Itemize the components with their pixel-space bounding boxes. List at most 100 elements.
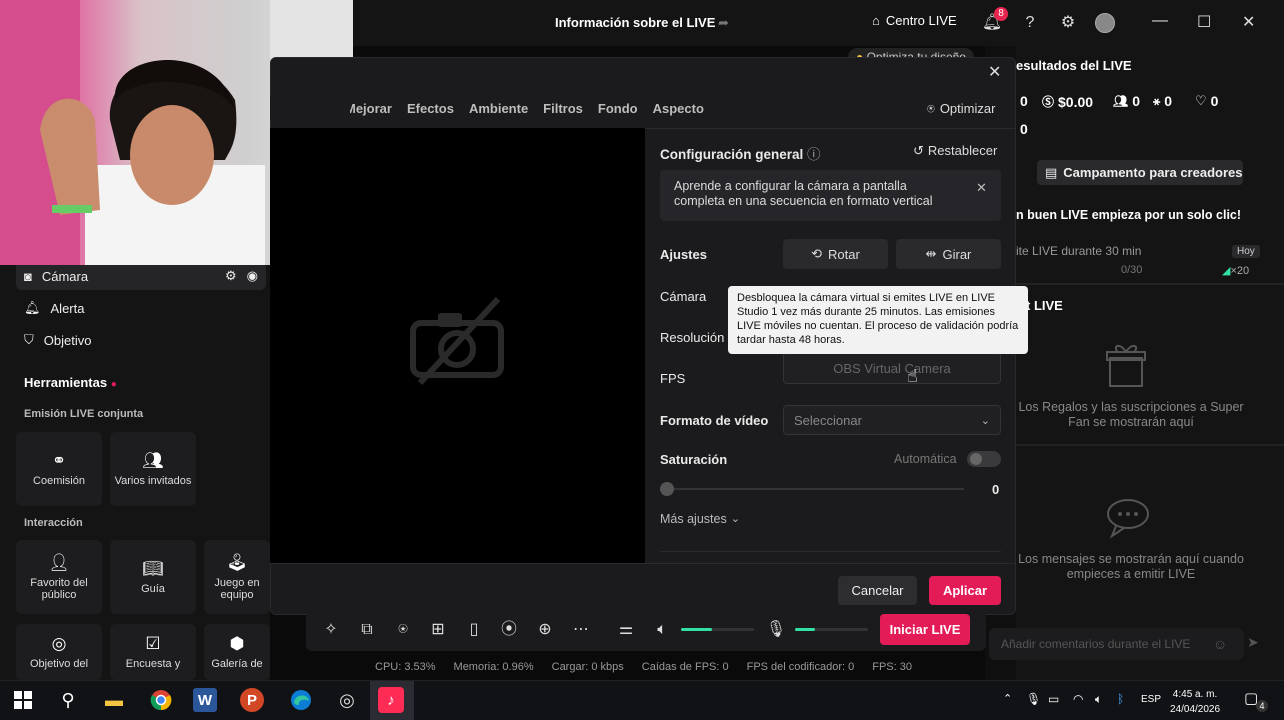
general-settings-title: Configuración general ⓘ	[660, 147, 821, 162]
more-icon[interactable]: ⋯	[570, 619, 592, 641]
mic-level-fill	[795, 628, 816, 631]
sidebar-item-camera[interactable]: ◙ Cámara ⚙ ◉	[16, 262, 266, 290]
tab-ambient[interactable]: Ambiente	[469, 101, 528, 116]
tile-favorite[interactable]: 👤︎ Favorito del público	[16, 540, 102, 614]
apply-button[interactable]: Aplicar	[929, 576, 1001, 605]
encoder-fps-stat: FPS del codificador: 0	[746, 661, 855, 673]
screen-share-icon[interactable]: ⧉	[356, 619, 378, 641]
users-icon: 👥︎	[1113, 94, 1129, 108]
sidebar-item-goal[interactable]: ⛉ Objetivo	[16, 326, 266, 354]
app-icon[interactable]: ◎	[333, 686, 361, 714]
joystick-icon: 🕹︎	[226, 553, 248, 572]
send-icon[interactable]: ➤	[1247, 634, 1259, 651]
volume-icon[interactable]: 🔈︎	[1095, 692, 1102, 707]
ai-icon: ⍟	[927, 101, 935, 116]
share-icon[interactable]: ➦	[718, 15, 729, 31]
info-icon: ⓘ	[807, 147, 821, 162]
reset-icon: ↺	[913, 143, 924, 158]
network-icon[interactable]: ▭	[1048, 692, 1059, 706]
centro-live-button[interactable]: ⌂ Centro LIVE	[872, 13, 957, 28]
emoji-icon[interactable]: ☺	[1213, 636, 1227, 652]
chat-bubble-icon	[1102, 496, 1158, 542]
chrome-icon[interactable]	[147, 686, 175, 714]
start-live-button[interactable]: Iniciar LIVE	[880, 614, 970, 645]
tile-team-game[interactable]: 🕹︎ Juego en equipo	[204, 540, 270, 614]
divider	[270, 563, 1016, 564]
chevron-up-icon[interactable]: ⌃	[1003, 692, 1012, 705]
camera-select[interactable]: OBS Virtual Camera	[783, 352, 1001, 384]
heart-icon: ♡	[1195, 93, 1207, 108]
tile-goal[interactable]: ◎ Objetivo del	[16, 624, 102, 680]
fps-drops-stat: Caídas de FPS: 0	[641, 661, 729, 673]
saturation-slider-handle[interactable]	[660, 482, 674, 496]
sliders-icon[interactable]: ⚌	[615, 619, 637, 641]
phone-icon[interactable]: ▯	[463, 619, 485, 641]
reset-button[interactable]: ↺ Restablecer	[913, 143, 997, 159]
help-icon[interactable]: ?	[1019, 12, 1041, 34]
microphone-icon[interactable]: 🎙︎	[765, 619, 787, 641]
word-icon[interactable]: W	[193, 688, 217, 712]
speaker-volume[interactable]	[681, 628, 754, 631]
gifts-text: Los Regalos y las suscripciones a Super …	[1018, 400, 1244, 429]
language-indicator[interactable]: ESP	[1141, 694, 1161, 705]
tab-effects[interactable]: Efectos	[407, 101, 454, 116]
tile-guide[interactable]: 📖︎ Guía	[110, 540, 196, 614]
close-banner-icon[interactable]: ✕	[976, 180, 987, 196]
microphone-tray-icon[interactable]: 🎙︎	[1026, 692, 1041, 706]
settings-icon[interactable]: ⚙	[225, 268, 237, 284]
speaker-icon[interactable]: 🔈︎	[651, 619, 673, 641]
tab-appearance[interactable]: Aspecto	[653, 101, 704, 116]
target-icon[interactable]: ⊕	[534, 619, 556, 641]
task-badge: Hoy	[1232, 245, 1260, 258]
upload-stat: Cargar: 0 kbps	[551, 661, 624, 673]
add-source-icon[interactable]: ⊞	[427, 619, 449, 641]
flip-button[interactable]: ⇹ Girar	[896, 239, 1001, 269]
tab-background[interactable]: Fondo	[598, 101, 638, 116]
eye-icon[interactable]: ◉	[247, 268, 258, 284]
cursor-icon: ☝	[907, 366, 918, 386]
creators-camp-button[interactable]: ▤ Campamento para creadores	[1037, 160, 1243, 185]
stat-shares: ⚹ 0	[1153, 93, 1172, 109]
edge-icon[interactable]	[287, 686, 315, 714]
tools-heading: Herramientas ●	[24, 375, 117, 390]
close-window-icon[interactable]: ✕	[1242, 12, 1255, 32]
optimize-button[interactable]: ⍟ Optimizar	[927, 101, 995, 117]
powerpoint-icon[interactable]: P	[240, 688, 264, 712]
ai-effect-icon[interactable]: ⍟	[392, 619, 414, 641]
tile-gallery[interactable]: ⬢ Galería de	[204, 624, 270, 680]
minimize-icon[interactable]: —	[1152, 12, 1168, 30]
maximize-icon[interactable]: ☐	[1197, 12, 1211, 32]
tiktok-live-icon[interactable]: ♪	[378, 687, 404, 713]
tile-cohost[interactable]: ⚭ Coemisión	[16, 432, 102, 506]
search-icon[interactable]: ⚲	[54, 686, 82, 714]
tab-filters[interactable]: Filtros	[543, 101, 583, 116]
magic-wand-icon[interactable]: ✧	[320, 619, 342, 641]
record-icon[interactable]: ⦿	[498, 619, 520, 641]
auto-toggle[interactable]	[967, 451, 1001, 467]
saturation-slider[interactable]	[667, 488, 964, 490]
wifi-icon[interactable]: ◠	[1073, 692, 1083, 706]
mic-volume[interactable]	[795, 628, 868, 631]
video-format-select[interactable]: Seleccionar ⌄	[783, 405, 1001, 435]
task-text: ite LIVE durante 30 min	[1016, 244, 1142, 258]
file-explorer-icon[interactable]: ▬	[100, 686, 128, 714]
tab-mask	[270, 95, 350, 120]
taskbar-clock[interactable]: 4:45 a. m. 24/04/2026	[1170, 687, 1220, 717]
windows-start-icon[interactable]	[9, 686, 37, 714]
more-settings-button[interactable]: Más ajustes ⌄	[660, 512, 740, 526]
bluetooth-icon[interactable]: ᛒ	[1117, 692, 1124, 706]
stat-earnings: Ⓢ $0.00	[1042, 93, 1094, 110]
tab-improve[interactable]: Mejorar	[345, 101, 392, 116]
cancel-button[interactable]: Cancelar	[838, 576, 917, 605]
clock-time: 4:45 a. m.	[1172, 689, 1218, 700]
tile-poll[interactable]: ☑ Encuesta y	[110, 624, 196, 680]
rotate-button[interactable]: ⟲ Rotar	[783, 239, 888, 269]
sidebar-item-alert[interactable]: 🔔︎ Alerta	[16, 294, 266, 322]
book-icon: 📖︎	[142, 559, 164, 578]
comment-input[interactable]: Añadir comentarios durante el LIVE	[989, 628, 1244, 660]
users-icon: 👥︎	[142, 451, 164, 470]
avatar[interactable]	[1095, 13, 1115, 33]
gear-icon[interactable]: ⚙	[1057, 12, 1079, 34]
tile-multi-guest[interactable]: 👥︎ Varios invitados	[110, 432, 196, 506]
close-dialog-icon[interactable]: ✕	[988, 62, 1001, 82]
